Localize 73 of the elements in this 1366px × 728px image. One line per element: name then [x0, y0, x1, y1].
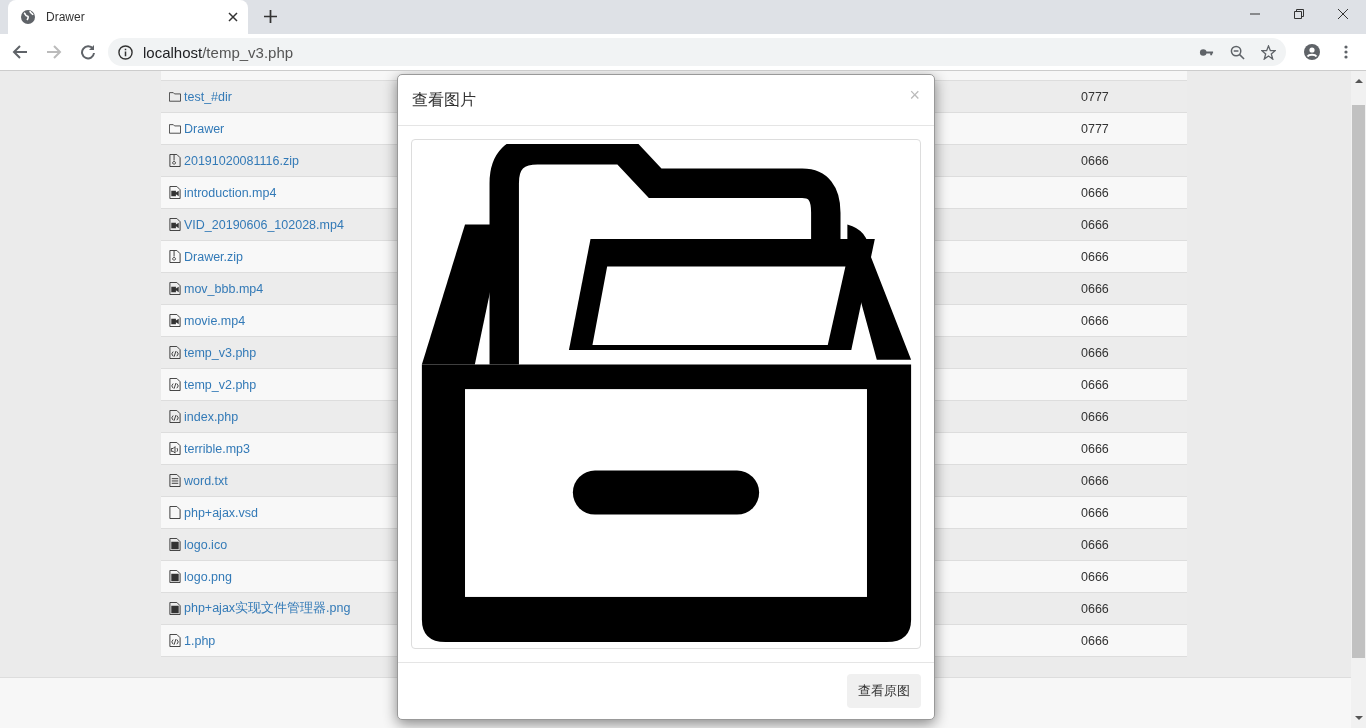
- browser-tab[interactable]: Drawer: [8, 0, 248, 34]
- file-link[interactable]: temp_v2.php: [184, 377, 257, 392]
- video-file-icon: [169, 186, 181, 199]
- scrollbar[interactable]: [1351, 71, 1366, 728]
- file-link[interactable]: movie.mp4: [184, 313, 246, 328]
- image-file-icon: [169, 602, 181, 615]
- file-icon: [169, 506, 181, 519]
- audio-file-icon: [169, 442, 181, 455]
- permission-cell: 0666: [1081, 601, 1109, 616]
- file-link[interactable]: php+ajax.vsd: [184, 505, 258, 520]
- file-link[interactable]: temp_v3.php: [184, 345, 257, 360]
- permission-cell: 0666: [1081, 633, 1109, 648]
- text-file-icon: [169, 474, 181, 487]
- profile-icon[interactable]: [1304, 44, 1320, 60]
- file-link[interactable]: php+ajax实现文件管理器.png: [184, 600, 351, 617]
- globe-icon: [20, 9, 36, 25]
- zoom-icon[interactable]: [1230, 44, 1245, 60]
- file-link[interactable]: Drawer.zip: [184, 249, 244, 264]
- permission-cell: 0666: [1081, 345, 1109, 360]
- star-icon[interactable]: [1261, 44, 1276, 60]
- zip-file-icon: [169, 154, 181, 167]
- zip-file-icon: [169, 250, 181, 263]
- file-link[interactable]: mov_bbb.mp4: [184, 281, 264, 296]
- video-file-icon: [169, 282, 181, 295]
- reload-icon[interactable]: [80, 44, 96, 60]
- scroll-down-icon[interactable]: [1354, 716, 1363, 720]
- file-link[interactable]: VID_20190606_102028.mp4: [184, 217, 344, 232]
- tab-title: Drawer: [46, 10, 86, 24]
- folder-icon: [169, 90, 181, 103]
- permission-cell: 0666: [1081, 569, 1109, 584]
- file-link[interactable]: Drawer: [184, 121, 225, 136]
- file-link[interactable]: logo.png: [184, 569, 232, 584]
- view-original-button[interactable]: 查看原图: [847, 674, 921, 708]
- permission-cell: 0666: [1081, 153, 1109, 168]
- permission-cell: 0666: [1081, 185, 1109, 200]
- file-link[interactable]: word.txt: [184, 473, 228, 488]
- permission-cell: 0666: [1081, 537, 1109, 552]
- permission-cell: 0666: [1081, 313, 1109, 328]
- file-link[interactable]: index.php: [184, 409, 239, 424]
- permission-cell: 0666: [1081, 409, 1109, 424]
- video-file-icon: [169, 218, 181, 231]
- file-link[interactable]: introduction.mp4: [184, 185, 277, 200]
- dialog-title: 查看图片: [412, 89, 476, 111]
- permission-cell: 0777: [1081, 121, 1109, 136]
- code-file-icon: [169, 378, 181, 391]
- file-link[interactable]: 20191020081116.zip: [184, 153, 299, 168]
- close-tab-icon[interactable]: [228, 12, 238, 22]
- file-link[interactable]: terrible.mp3: [184, 441, 250, 456]
- permission-cell: 0777: [1081, 89, 1109, 104]
- new-tab-icon[interactable]: [264, 10, 277, 23]
- file-link[interactable]: logo.ico: [184, 537, 228, 552]
- permission-cell: 0666: [1081, 217, 1109, 232]
- restore-icon[interactable]: [1294, 9, 1304, 19]
- image-file-icon: [169, 570, 181, 583]
- permission-cell: 0666: [1081, 281, 1109, 296]
- permission-cell: 0666: [1081, 505, 1109, 520]
- scroll-up-icon[interactable]: [1354, 79, 1363, 83]
- code-file-icon: [169, 410, 181, 423]
- address-field[interactable]: localhost/temp_v3.php: [108, 38, 1286, 66]
- permission-cell: 0666: [1081, 377, 1109, 392]
- info-icon: [118, 44, 133, 60]
- video-file-icon: [169, 314, 181, 327]
- code-file-icon: [169, 634, 181, 647]
- code-file-icon: [169, 346, 181, 359]
- close-window-icon[interactable]: [1338, 9, 1348, 19]
- folder-icon: [169, 122, 181, 135]
- file-link[interactable]: 1.php: [184, 633, 216, 648]
- permission-cell: 0666: [1081, 441, 1109, 456]
- permission-cell: 0666: [1081, 249, 1109, 264]
- back-icon[interactable]: [12, 44, 28, 60]
- image-file-icon: [169, 538, 181, 551]
- file-link[interactable]: test_#dir: [184, 89, 232, 104]
- permission-cell: 0666: [1081, 473, 1109, 488]
